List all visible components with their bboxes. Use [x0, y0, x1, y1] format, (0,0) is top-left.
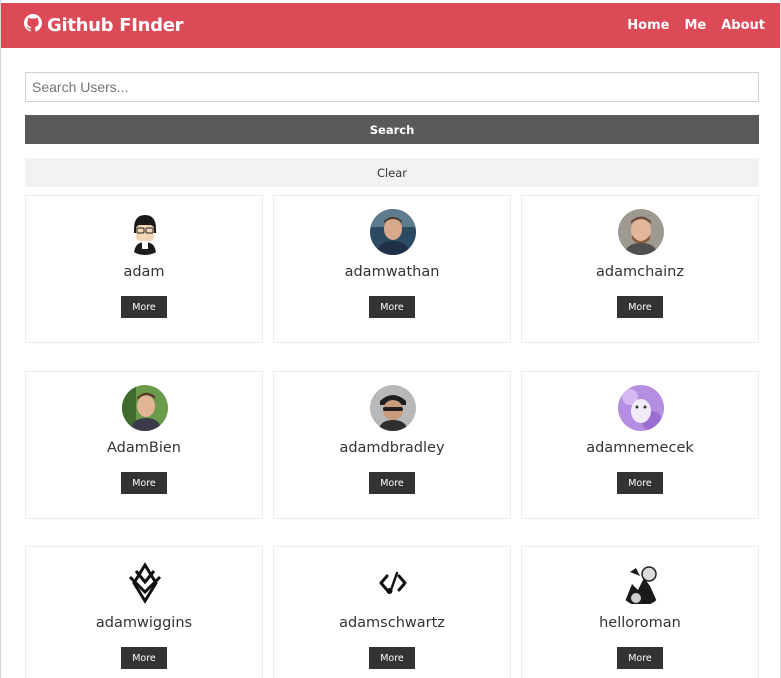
navbar: Github FInder Home Me About: [1, 3, 780, 48]
brand[interactable]: Github FInder: [24, 14, 184, 37]
photo-avatar: [370, 385, 416, 431]
user-card: adamwathan More: [273, 195, 511, 343]
clear-button[interactable]: Clear: [25, 158, 759, 187]
more-button[interactable]: More: [121, 647, 167, 669]
user-login: adamwathan: [344, 264, 440, 280]
purple-avatar: [618, 385, 664, 431]
more-button[interactable]: More: [369, 647, 415, 669]
more-button[interactable]: More: [617, 472, 663, 494]
user-login: adamwiggins: [95, 615, 193, 631]
user-login: adamchainz: [596, 264, 684, 280]
user-card: adamdbradley More: [273, 371, 511, 519]
more-button[interactable]: More: [617, 296, 663, 318]
user-card: AdamBien More: [25, 371, 263, 519]
nav-link-about[interactable]: About: [721, 18, 765, 33]
user-card: adamschwartz More: [273, 546, 511, 678]
brand-title: Github FInder: [47, 15, 184, 36]
more-button[interactable]: More: [617, 647, 663, 669]
logo-avatar: [122, 560, 168, 606]
github-icon: [24, 14, 47, 37]
user-login: helloroman: [599, 615, 681, 631]
photo-avatar: [122, 385, 168, 431]
user-card: adamchainz More: [521, 195, 759, 343]
user-card: adam More: [25, 195, 263, 343]
user-login: adamschwartz: [339, 615, 445, 631]
nav-link-home[interactable]: Home: [627, 18, 669, 33]
photo-avatar: [370, 209, 416, 255]
illustration-avatar: [618, 560, 664, 606]
more-button[interactable]: More: [121, 296, 167, 318]
search-button[interactable]: Search: [25, 115, 759, 144]
nav-links: Home Me About: [627, 18, 765, 33]
user-login: adam: [123, 264, 165, 280]
user-login: AdamBien: [107, 440, 181, 456]
user-login: adamnemecek: [586, 440, 694, 456]
user-card: helloroman More: [521, 546, 759, 678]
more-button[interactable]: More: [369, 472, 415, 494]
nav-link-me[interactable]: Me: [684, 18, 706, 33]
search-input[interactable]: [25, 72, 759, 102]
user-card: adamwiggins More: [25, 546, 263, 678]
photo-avatar: [618, 209, 664, 255]
more-button[interactable]: More: [369, 296, 415, 318]
user-login: adamdbradley: [339, 440, 445, 456]
code-avatar: [370, 560, 416, 606]
more-button[interactable]: More: [121, 472, 167, 494]
user-card: adamnemecek More: [521, 371, 759, 519]
cartoon-avatar: [122, 209, 168, 255]
